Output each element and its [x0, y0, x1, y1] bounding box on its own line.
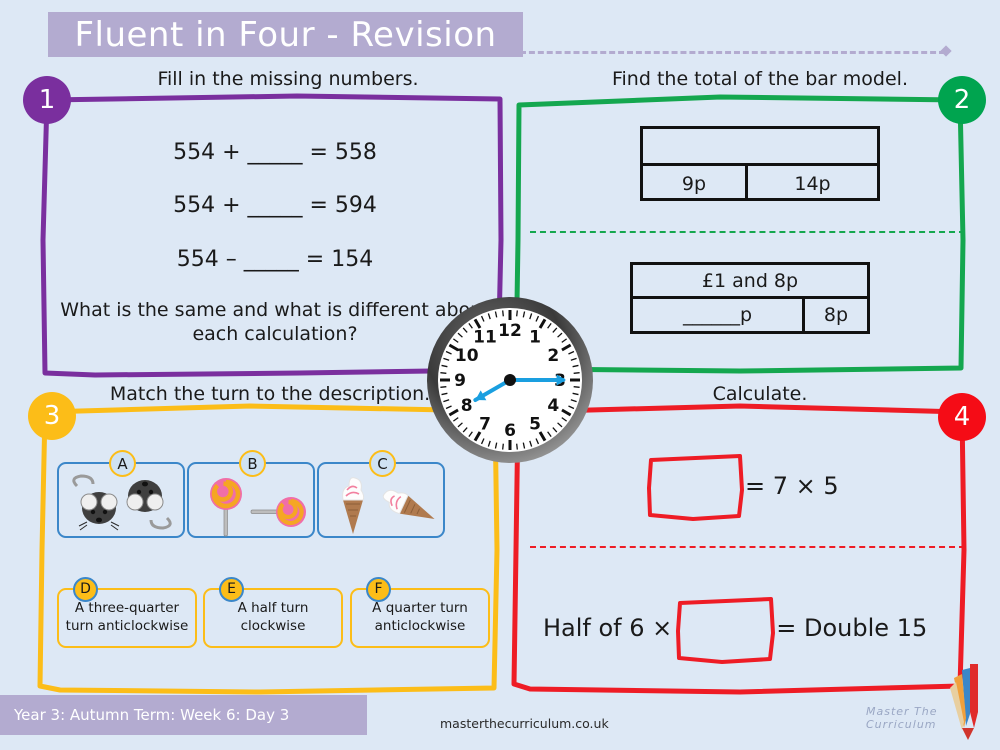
clock-numeral-4: 4	[547, 396, 559, 416]
bar-model-1: 9p 14p	[640, 126, 880, 201]
page-title: Fluent in Four - Revision	[74, 14, 497, 55]
answer-box-1[interactable]	[645, 450, 745, 522]
question-1-heading: Fill in the missing numbers.	[157, 68, 419, 90]
bar-model-1-whole-row	[643, 129, 877, 166]
clock-numeral-8: 8	[461, 396, 473, 416]
question-2-heading: Find the total of the bar model.	[611, 68, 908, 90]
question-3-number-badge: 3	[28, 392, 76, 440]
clock-face: 121234567891011	[427, 297, 593, 463]
match-card-b-label: B	[239, 450, 266, 477]
equation-3: 554 – _____ = 154	[176, 247, 374, 272]
calculation-row-2: Half of 6 × = Double 15	[543, 592, 927, 664]
footer-term-label: Year 3: Autumn Term: Week 6: Day 3	[14, 706, 290, 724]
bar-model-2-parts-row: ______p 8p	[633, 299, 867, 331]
question-4-separator	[530, 546, 965, 548]
description-card-d[interactable]: D A three-quarter turn anticlockwise	[57, 577, 197, 648]
match-card-c-label: C	[369, 450, 396, 477]
question-4-number-badge: 4	[938, 393, 986, 441]
clock-numeral-11: 11	[473, 328, 497, 348]
bar-model-2-whole-row: £1 and 8p	[633, 265, 867, 299]
description-card-d-label: D	[73, 577, 98, 602]
description-card-f-text: A quarter turn anticlockwise	[372, 600, 468, 634]
match-card-a-label: A	[109, 450, 136, 477]
bar-model-1-part-2: 14p	[794, 172, 831, 195]
logo-wordmark: Master The Curriculum	[866, 705, 938, 731]
title-dash-end-diamond	[940, 45, 952, 57]
description-card-e[interactable]: E A half turn clockwise	[203, 577, 343, 648]
answer-box-2[interactable]	[672, 592, 776, 664]
calculation-2-prefix: Half of 6 ×	[543, 614, 673, 642]
calculation-1-text: = 7 × 5	[745, 472, 839, 500]
analogue-clock: 121234567891011	[425, 295, 595, 465]
clock-numeral-7: 7	[479, 414, 491, 434]
bar-model-1-whole-cell	[643, 129, 877, 163]
description-card-e-text: A half turn clockwise	[237, 600, 309, 634]
clock-numeral-5: 5	[529, 414, 541, 434]
clock-centre-pin	[504, 374, 516, 386]
footer-term-band: Year 3: Autumn Term: Week 6: Day 3	[0, 695, 367, 735]
question-1-number-badge: 1	[23, 76, 71, 124]
description-card-e-label: E	[219, 577, 244, 602]
bar-model-2-whole-cell: £1 and 8p	[701, 269, 799, 292]
match-card-c[interactable]: C	[317, 450, 445, 538]
calculation-2-text: = Double 15	[776, 614, 928, 642]
footer-website-url: masterthecurriculum.co.uk	[440, 716, 609, 731]
description-card-f[interactable]: F A quarter turn anticlockwise	[350, 577, 490, 648]
match-card-b[interactable]: B	[187, 450, 315, 538]
bar-model-1-parts-row: 9p 14p	[643, 166, 877, 201]
bar-model-1-part-1: 9p	[643, 166, 748, 201]
clock-numeral-9: 9	[454, 371, 466, 391]
clock-numeral-2: 2	[547, 346, 559, 366]
equation-2: 554 + _____ = 594	[173, 193, 377, 218]
page-title-banner: Fluent in Four - Revision	[48, 12, 523, 57]
clock-numeral-1: 1	[529, 328, 541, 348]
worksheet-page: Fluent in Four - Revision Fill in the mi…	[0, 0, 1000, 750]
bar-model-2-part-2: 8p	[823, 304, 849, 326]
bar-model-2-part-1: ______p	[633, 299, 805, 331]
clock-numeral-10: 10	[455, 346, 479, 366]
title-dashed-rule	[520, 51, 945, 54]
match-card-a[interactable]: A	[57, 450, 185, 538]
bar-model-2: £1 and 8p ______p 8p	[630, 262, 870, 334]
description-card-d-text: A three-quarter turn anticlockwise	[65, 600, 189, 634]
question-4-heading: Calculate.	[712, 383, 808, 405]
equation-1: 554 + _____ = 558	[173, 140, 377, 165]
calculation-row-1: = 7 × 5	[645, 450, 839, 522]
clock-numeral-12: 12	[498, 321, 522, 341]
description-card-f-label: F	[366, 577, 391, 602]
question-2-number-badge: 2	[938, 76, 986, 124]
question-2-separator	[530, 231, 965, 233]
clock-numeral-6: 6	[504, 421, 516, 441]
question-3-heading: Match the turn to the description.	[109, 383, 431, 405]
